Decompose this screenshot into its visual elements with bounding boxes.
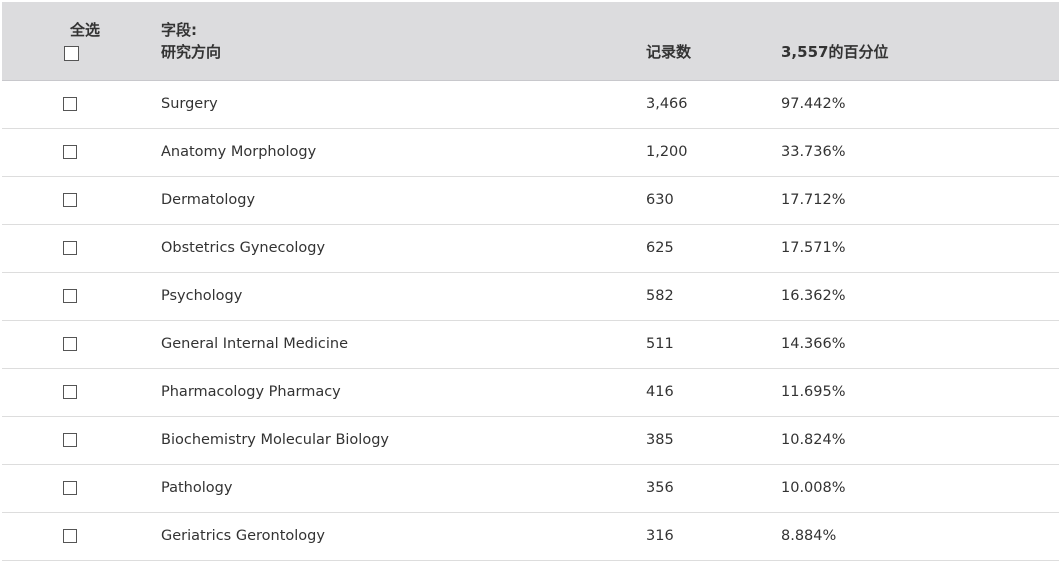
percentage: 33.736% bbox=[781, 144, 846, 160]
table-row: Pharmacology Pharmacy 416 11.695% bbox=[2, 369, 1059, 417]
record-count: 630 bbox=[646, 192, 674, 208]
percentage: 8.884% bbox=[781, 528, 837, 544]
record-count: 385 bbox=[646, 432, 674, 448]
research-area-name: Obstetrics Gynecology bbox=[161, 240, 326, 256]
research-area-name: Surgery bbox=[161, 96, 218, 112]
field-name-header[interactable]: 研究方向 bbox=[161, 42, 221, 62]
record-count: 1,200 bbox=[646, 144, 688, 160]
row-checkbox[interactable] bbox=[63, 97, 77, 111]
table-row: General Internal Medicine 511 14.366% bbox=[2, 321, 1059, 369]
row-checkbox[interactable] bbox=[63, 481, 77, 495]
record-count: 416 bbox=[646, 384, 674, 400]
row-checkbox[interactable] bbox=[63, 433, 77, 447]
record-count: 582 bbox=[646, 288, 674, 304]
percentage: 97.442% bbox=[781, 96, 846, 112]
percentage-header[interactable]: 3,557的百分位 bbox=[781, 42, 888, 62]
select-all-label: 全选 bbox=[70, 21, 101, 39]
table-row: Geriatrics Gerontology 316 8.884% bbox=[2, 513, 1059, 561]
row-checkbox[interactable] bbox=[63, 145, 77, 159]
select-all-checkbox[interactable] bbox=[64, 46, 79, 61]
percentage: 17.571% bbox=[781, 240, 846, 256]
table-row: Biochemistry Molecular Biology 385 10.82… bbox=[2, 417, 1059, 465]
percentage: 14.366% bbox=[781, 336, 846, 352]
table-header: 全选 字段: 研究方向 记录数 3,557的百分位 bbox=[2, 2, 1059, 81]
table-row: Surgery 3,466 97.442% bbox=[2, 81, 1059, 129]
table-row: Pathology 356 10.008% bbox=[2, 465, 1059, 513]
results-table: 全选 字段: 研究方向 记录数 3,557的百分位 Surgery 3,466 … bbox=[2, 2, 1059, 561]
research-area-name: Psychology bbox=[161, 288, 243, 304]
record-count: 316 bbox=[646, 528, 674, 544]
row-checkbox[interactable] bbox=[63, 289, 77, 303]
record-count-header[interactable]: 记录数 bbox=[646, 42, 691, 62]
table-row: Obstetrics Gynecology 625 17.571% bbox=[2, 225, 1059, 273]
percentage: 10.008% bbox=[781, 480, 846, 496]
row-checkbox[interactable] bbox=[63, 193, 77, 207]
percentage: 10.824% bbox=[781, 432, 846, 448]
percentage: 17.712% bbox=[781, 192, 846, 208]
research-area-name: Biochemistry Molecular Biology bbox=[161, 432, 389, 448]
record-count: 625 bbox=[646, 240, 674, 256]
row-checkbox[interactable] bbox=[63, 385, 77, 399]
percentage: 11.695% bbox=[781, 384, 846, 400]
table-row: Anatomy Morphology 1,200 33.736% bbox=[2, 129, 1059, 177]
record-count: 511 bbox=[646, 336, 674, 352]
research-area-name: Geriatrics Gerontology bbox=[161, 528, 325, 544]
record-count: 3,466 bbox=[646, 96, 688, 112]
research-area-name: Pharmacology Pharmacy bbox=[161, 384, 341, 400]
research-area-name: General Internal Medicine bbox=[161, 336, 349, 352]
percentage: 16.362% bbox=[781, 288, 846, 304]
table-row: Dermatology 630 17.712% bbox=[2, 177, 1059, 225]
research-area-name: Dermatology bbox=[161, 192, 256, 208]
row-checkbox[interactable] bbox=[63, 529, 77, 543]
row-checkbox[interactable] bbox=[63, 241, 77, 255]
record-count: 356 bbox=[646, 480, 674, 496]
research-area-name: Pathology bbox=[161, 480, 233, 496]
research-area-name: Anatomy Morphology bbox=[161, 144, 317, 160]
table-row: Psychology 582 16.362% bbox=[2, 273, 1059, 321]
field-label: 字段: bbox=[161, 21, 197, 39]
row-checkbox[interactable] bbox=[63, 337, 77, 351]
